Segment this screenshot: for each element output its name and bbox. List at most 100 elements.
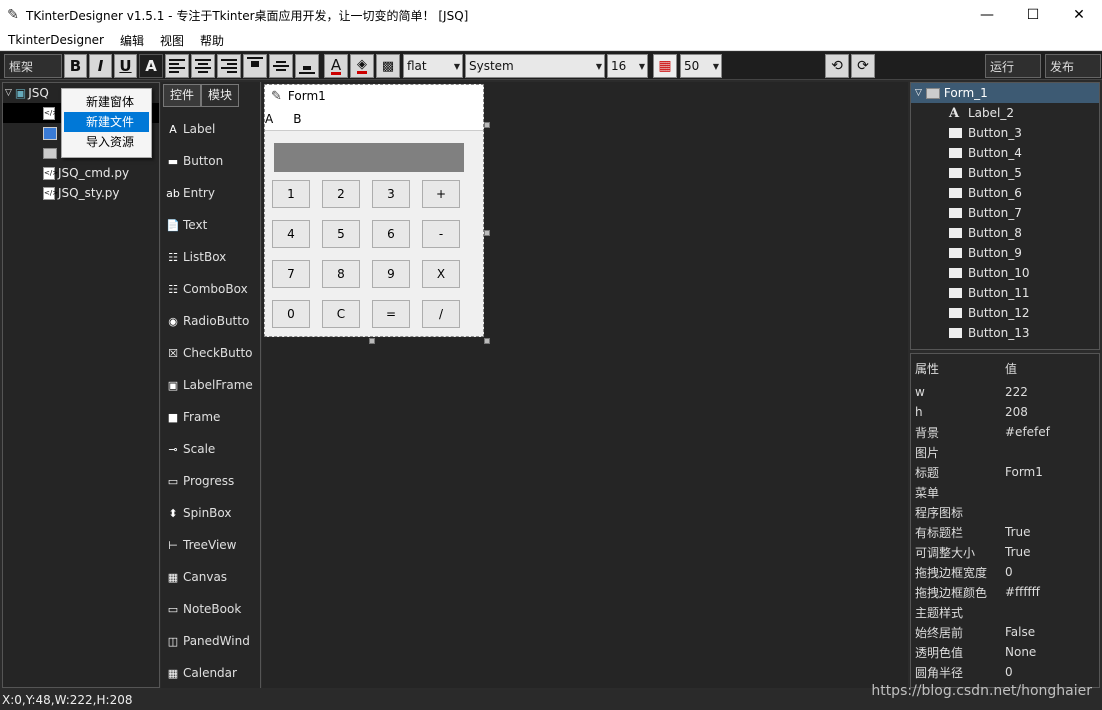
palette-item-frame[interactable]: ■ Frame xyxy=(161,401,260,433)
italic-button[interactable]: I xyxy=(89,54,112,78)
calc-button[interactable]: X xyxy=(422,260,460,288)
tree-item[interactable]: Button_7 xyxy=(911,203,1099,223)
property-row[interactable]: h 208 xyxy=(911,402,1099,422)
resize-handle[interactable] xyxy=(369,338,375,344)
run-button[interactable]: 运行 xyxy=(985,54,1041,78)
property-row[interactable]: 背景 #efefef xyxy=(911,422,1099,442)
property-row[interactable]: 透明色值 None xyxy=(911,642,1099,662)
align-top-icon[interactable] xyxy=(243,54,267,78)
calc-button[interactable]: / xyxy=(422,300,460,328)
palette-item-calendar[interactable]: ▦ Calendar xyxy=(161,657,260,689)
palette-item-panedwind[interactable]: ◫ PanedWind xyxy=(161,625,260,657)
font-button[interactable]: A xyxy=(139,54,163,78)
tab-modules[interactable]: 模块 xyxy=(201,84,240,107)
project-file-sty[interactable]: </> JSQ_sty.py xyxy=(3,183,159,203)
close-button[interactable]: ✕ xyxy=(1056,0,1102,30)
palette-item-entry[interactable]: ab Entry xyxy=(161,177,260,209)
menu-help[interactable]: 帮助 xyxy=(192,32,232,49)
align-middle-icon[interactable] xyxy=(269,54,293,78)
bold-button[interactable]: B xyxy=(64,54,87,78)
project-file-cmd[interactable]: </> JSQ_cmd.py xyxy=(3,163,159,183)
calc-button[interactable]: 4 xyxy=(272,220,310,248)
context-import-resource[interactable]: 导入资源 xyxy=(64,132,149,152)
calc-button[interactable]: + xyxy=(422,180,460,208)
property-value[interactable]: #ffffff xyxy=(1005,585,1099,599)
tree-item[interactable]: Button_3 xyxy=(911,123,1099,143)
bg-color-icon[interactable]: ◈ xyxy=(350,54,374,78)
tree-item[interactable]: Button_5 xyxy=(911,163,1099,183)
palette-item-treeview[interactable]: ⊢ TreeView xyxy=(161,529,260,561)
resize-handle[interactable] xyxy=(484,338,490,344)
palette-item-button[interactable]: ▬ Button xyxy=(161,145,260,177)
calc-button[interactable]: 0 xyxy=(272,300,310,328)
undo-icon[interactable]: ⟲ xyxy=(825,54,849,78)
palette-item-labelframe[interactable]: ▣ LabelFrame xyxy=(161,369,260,401)
tree-item[interactable]: Button_8 xyxy=(911,223,1099,243)
tree-item[interactable]: Button_9 xyxy=(911,243,1099,263)
form-menu-b[interactable]: B xyxy=(293,112,307,126)
tree-root[interactable]: ▽ Form_1 xyxy=(911,83,1099,103)
property-row[interactable]: 标题 Form1 xyxy=(911,462,1099,482)
palette-item-checkbutto[interactable]: ☒ CheckButto xyxy=(161,337,260,369)
tree-item[interactable]: Button_4 xyxy=(911,143,1099,163)
image-icon[interactable]: ▩ xyxy=(376,54,400,78)
relief-select[interactable]: flat xyxy=(403,54,463,78)
palette-item-spinbox[interactable]: ⬍ SpinBox xyxy=(161,497,260,529)
palette-item-label[interactable]: A Label xyxy=(161,113,260,145)
property-row[interactable]: 拖拽边框颜色 #ffffff xyxy=(911,582,1099,602)
text-color-icon[interactable]: A xyxy=(324,54,348,78)
resize-handle[interactable] xyxy=(484,230,490,236)
calc-button[interactable]: 5 xyxy=(322,220,360,248)
underline-button[interactable]: U xyxy=(114,54,137,78)
grid-size-select[interactable]: 50 xyxy=(680,54,722,78)
property-value[interactable]: False xyxy=(1005,625,1099,639)
property-row[interactable]: 拖拽边框宽度 0 xyxy=(911,562,1099,582)
context-new-form[interactable]: 新建窗体 xyxy=(64,92,149,112)
property-value[interactable]: Form1 xyxy=(1005,465,1099,479)
property-row[interactable]: 始终居前 False xyxy=(911,622,1099,642)
redo-icon[interactable]: ⟳ xyxy=(851,54,875,78)
align-center-icon[interactable] xyxy=(191,54,215,78)
palette-item-notebook[interactable]: ▭ NoteBook xyxy=(161,593,260,625)
tree-item[interactable]: A Label_2 xyxy=(911,103,1099,123)
property-value[interactable]: True xyxy=(1005,525,1099,539)
context-new-file[interactable]: 新建文件 xyxy=(64,112,149,132)
property-row[interactable]: 图片 xyxy=(911,442,1099,462)
calc-button[interactable]: 6 xyxy=(372,220,410,248)
menu-view[interactable]: 视图 xyxy=(152,32,192,49)
calc-button[interactable]: - xyxy=(422,220,460,248)
palette-item-listbox[interactable]: ☷ ListBox xyxy=(161,241,260,273)
calc-button[interactable]: 1 xyxy=(272,180,310,208)
publish-button[interactable]: 发布 xyxy=(1045,54,1101,78)
font-family-select[interactable]: System xyxy=(465,54,605,78)
menu-tkinterdesigner[interactable]: TkinterDesigner xyxy=(0,33,112,47)
property-row[interactable]: 有标题栏 True xyxy=(911,522,1099,542)
tab-widgets[interactable]: 控件 xyxy=(163,84,202,107)
palette-item-progress[interactable]: ▭ Progress xyxy=(161,465,260,497)
menu-edit[interactable]: 编辑 xyxy=(112,32,152,49)
property-row[interactable]: 圆角半径 0 xyxy=(911,662,1099,682)
palette-item-scale[interactable]: ⊸ Scale xyxy=(161,433,260,465)
form-menu-a[interactable]: A xyxy=(265,112,279,126)
align-left-icon[interactable] xyxy=(165,54,189,78)
font-size-select[interactable]: 16 xyxy=(607,54,648,78)
tree-item[interactable]: Button_10 xyxy=(911,263,1099,283)
property-row[interactable]: 可调整大小 True xyxy=(911,542,1099,562)
tree-item[interactable]: Button_12 xyxy=(911,303,1099,323)
property-value[interactable]: True xyxy=(1005,545,1099,559)
calc-button[interactable]: = xyxy=(372,300,410,328)
property-value[interactable]: 222 xyxy=(1005,385,1099,399)
frame-selector[interactable]: 框架 xyxy=(4,54,62,78)
palette-item-canvas[interactable]: ▦ Canvas xyxy=(161,561,260,593)
property-value[interactable]: 0 xyxy=(1005,665,1099,679)
calculator-display[interactable] xyxy=(274,143,464,172)
form-preview[interactable]: ✎ Form1 A B 1 2 3 +4 5 6- 7 8 9 X 0 C = / xyxy=(264,84,484,337)
calc-button[interactable]: 2 xyxy=(322,180,360,208)
property-value[interactable]: 0 xyxy=(1005,565,1099,579)
calc-button[interactable]: 7 xyxy=(272,260,310,288)
palette-item-combobox[interactable]: ☷ ComboBox xyxy=(161,273,260,305)
property-row[interactable]: 主题样式 xyxy=(911,602,1099,622)
maximize-button[interactable]: ☐ xyxy=(1010,0,1056,30)
palette-item-text[interactable]: 📄 Text xyxy=(161,209,260,241)
tree-item[interactable]: Button_11 xyxy=(911,283,1099,303)
